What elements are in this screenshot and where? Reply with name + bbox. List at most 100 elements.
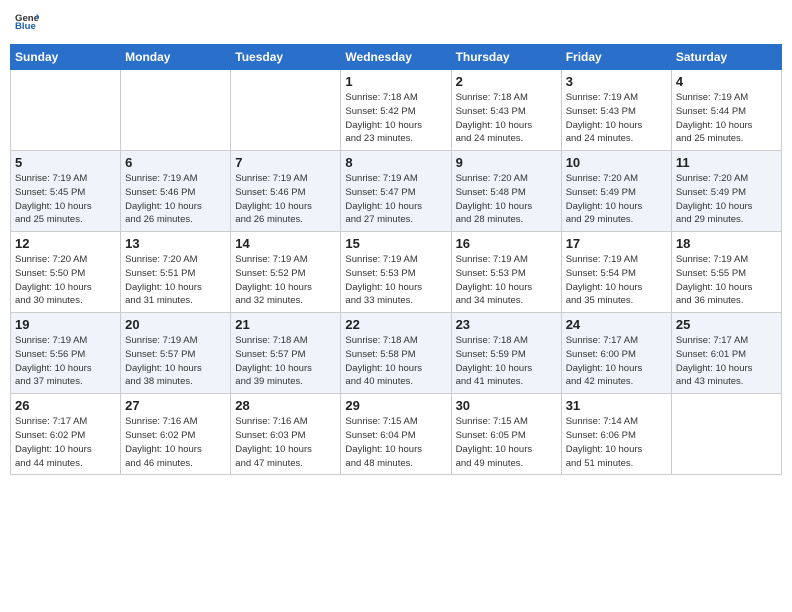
- calendar-cell: 27Sunrise: 7:16 AM Sunset: 6:02 PM Dayli…: [121, 394, 231, 475]
- calendar-cell: 6 Sunrise: 7:19 AM Sunset: 5:46 PM Daylig…: [121, 151, 231, 232]
- calendar-cell: [121, 70, 231, 151]
- calendar-cell: 16Sunrise: 7:19 AM Sunset: 5:53 PM Dayli…: [451, 232, 561, 313]
- calendar-cell: 11 Sunrise: 7:20 AM Sunset: 5:49 PM Dayli…: [671, 151, 781, 232]
- day-number: 26: [15, 398, 116, 413]
- day-info: Sunrise: 7:17 AM Sunset: 6:02 PM Dayligh…: [15, 415, 116, 470]
- day-info: Sunrise: 7:19 AM Sunset: 5:47 PM Dayligh…: [345, 172, 446, 227]
- day-info: Sunrise: 7:18 AM Sunset: 5:58 PM Dayligh…: [345, 334, 446, 389]
- calendar-cell: 20 Sunrise: 7:19 AM Sunset: 5:57 PM Dayli…: [121, 313, 231, 394]
- day-number: 9: [456, 155, 557, 170]
- day-number: 2: [456, 74, 557, 89]
- day-number: 1: [345, 74, 446, 89]
- calendar-cell: 23 Sunrise: 7:18 AM Sunset: 5:59 PM Dayli…: [451, 313, 561, 394]
- day-info: Sunrise: 7:19 AM Sunset: 5:54 PM Dayligh…: [566, 253, 667, 308]
- day-number: 7: [235, 155, 336, 170]
- calendar-cell: 31 Sunrise: 7:14 AM Sunset: 6:06 PM Dayli…: [561, 394, 671, 475]
- day-number: 31: [566, 398, 667, 413]
- day-header-tuesday: Tuesday: [231, 45, 341, 70]
- day-info: Sunrise: 7:15 AM Sunset: 6:04 PM Dayligh…: [345, 415, 446, 470]
- day-number: 23: [456, 317, 557, 332]
- days-header-row: SundayMondayTuesdayWednesdayThursdayFrid…: [11, 45, 782, 70]
- calendar-cell: 2 Sunrise: 7:18 AM Sunset: 5:43 PM Daylig…: [451, 70, 561, 151]
- day-header-sunday: Sunday: [11, 45, 121, 70]
- day-info: Sunrise: 7:15 AM Sunset: 6:05 PM Dayligh…: [456, 415, 557, 470]
- day-info: Sunrise: 7:19 AM Sunset: 5:46 PM Dayligh…: [125, 172, 226, 227]
- logo-icon: General Blue: [15, 10, 39, 34]
- calendar-cell: 19 Sunrise: 7:19 AM Sunset: 5:56 PM Dayli…: [11, 313, 121, 394]
- calendar-cell: 12 Sunrise: 7:20 AM Sunset: 5:50 PM Dayli…: [11, 232, 121, 313]
- day-header-thursday: Thursday: [451, 45, 561, 70]
- week-row-4: 19 Sunrise: 7:19 AM Sunset: 5:56 PM Dayli…: [11, 313, 782, 394]
- day-header-saturday: Saturday: [671, 45, 781, 70]
- day-info: Sunrise: 7:18 AM Sunset: 5:57 PM Dayligh…: [235, 334, 336, 389]
- day-number: 19: [15, 317, 116, 332]
- day-number: 14: [235, 236, 336, 251]
- day-number: 22: [345, 317, 446, 332]
- calendar-cell: 4Sunrise: 7:19 AM Sunset: 5:44 PM Daylig…: [671, 70, 781, 151]
- day-header-monday: Monday: [121, 45, 231, 70]
- calendar-cell: 14 Sunrise: 7:19 AM Sunset: 5:52 PM Dayli…: [231, 232, 341, 313]
- calendar-cell: 8 Sunrise: 7:19 AM Sunset: 5:47 PM Daylig…: [341, 151, 451, 232]
- day-info: Sunrise: 7:19 AM Sunset: 5:55 PM Dayligh…: [676, 253, 777, 308]
- day-info: Sunrise: 7:17 AM Sunset: 6:01 PM Dayligh…: [676, 334, 777, 389]
- day-info: Sunrise: 7:16 AM Sunset: 6:03 PM Dayligh…: [235, 415, 336, 470]
- calendar-cell: [671, 394, 781, 475]
- calendar-cell: 25 Sunrise: 7:17 AM Sunset: 6:01 PM Dayli…: [671, 313, 781, 394]
- week-row-5: 26 Sunrise: 7:17 AM Sunset: 6:02 PM Dayli…: [11, 394, 782, 475]
- day-number: 15: [345, 236, 446, 251]
- day-info: Sunrise: 7:14 AM Sunset: 6:06 PM Dayligh…: [566, 415, 667, 470]
- day-number: 11: [676, 155, 777, 170]
- calendar-cell: 15Sunrise: 7:19 AM Sunset: 5:53 PM Dayli…: [341, 232, 451, 313]
- day-number: 18: [676, 236, 777, 251]
- day-header-friday: Friday: [561, 45, 671, 70]
- day-number: 20: [125, 317, 226, 332]
- day-info: Sunrise: 7:20 AM Sunset: 5:48 PM Dayligh…: [456, 172, 557, 227]
- day-info: Sunrise: 7:19 AM Sunset: 5:43 PM Dayligh…: [566, 91, 667, 146]
- day-number: 25: [676, 317, 777, 332]
- day-info: Sunrise: 7:18 AM Sunset: 5:43 PM Dayligh…: [456, 91, 557, 146]
- day-header-wednesday: Wednesday: [341, 45, 451, 70]
- calendar-cell: 7 Sunrise: 7:19 AM Sunset: 5:46 PM Daylig…: [231, 151, 341, 232]
- calendar-cell: 10Sunrise: 7:20 AM Sunset: 5:49 PM Dayli…: [561, 151, 671, 232]
- header: General Blue: [10, 10, 782, 34]
- day-info: Sunrise: 7:20 AM Sunset: 5:51 PM Dayligh…: [125, 253, 226, 308]
- week-row-1: 1Sunrise: 7:18 AM Sunset: 5:42 PM Daylig…: [11, 70, 782, 151]
- day-info: Sunrise: 7:19 AM Sunset: 5:46 PM Dayligh…: [235, 172, 336, 227]
- calendar-cell: 29Sunrise: 7:15 AM Sunset: 6:04 PM Dayli…: [341, 394, 451, 475]
- calendar-cell: 1Sunrise: 7:18 AM Sunset: 5:42 PM Daylig…: [341, 70, 451, 151]
- day-info: Sunrise: 7:18 AM Sunset: 5:59 PM Dayligh…: [456, 334, 557, 389]
- week-row-2: 5 Sunrise: 7:19 AM Sunset: 5:45 PM Daylig…: [11, 151, 782, 232]
- day-info: Sunrise: 7:17 AM Sunset: 6:00 PM Dayligh…: [566, 334, 667, 389]
- calendar-cell: 22 Sunrise: 7:18 AM Sunset: 5:58 PM Dayli…: [341, 313, 451, 394]
- week-row-3: 12 Sunrise: 7:20 AM Sunset: 5:50 PM Dayli…: [11, 232, 782, 313]
- day-number: 30: [456, 398, 557, 413]
- calendar-table: SundayMondayTuesdayWednesdayThursdayFrid…: [10, 44, 782, 475]
- calendar-cell: 17 Sunrise: 7:19 AM Sunset: 5:54 PM Dayli…: [561, 232, 671, 313]
- day-number: 28: [235, 398, 336, 413]
- day-info: Sunrise: 7:19 AM Sunset: 5:57 PM Dayligh…: [125, 334, 226, 389]
- day-info: Sunrise: 7:19 AM Sunset: 5:52 PM Dayligh…: [235, 253, 336, 308]
- day-number: 13: [125, 236, 226, 251]
- calendar-cell: 28 Sunrise: 7:16 AM Sunset: 6:03 PM Dayli…: [231, 394, 341, 475]
- day-number: 24: [566, 317, 667, 332]
- day-number: 10: [566, 155, 667, 170]
- day-number: 12: [15, 236, 116, 251]
- calendar-cell: 13 Sunrise: 7:20 AM Sunset: 5:51 PM Dayli…: [121, 232, 231, 313]
- calendar-cell: 21 Sunrise: 7:18 AM Sunset: 5:57 PM Dayli…: [231, 313, 341, 394]
- day-info: Sunrise: 7:16 AM Sunset: 6:02 PM Dayligh…: [125, 415, 226, 470]
- day-number: 8: [345, 155, 446, 170]
- calendar-cell: 5 Sunrise: 7:19 AM Sunset: 5:45 PM Daylig…: [11, 151, 121, 232]
- day-info: Sunrise: 7:19 AM Sunset: 5:53 PM Dayligh…: [456, 253, 557, 308]
- day-info: Sunrise: 7:19 AM Sunset: 5:45 PM Dayligh…: [15, 172, 116, 227]
- day-number: 17: [566, 236, 667, 251]
- day-number: 5: [15, 155, 116, 170]
- day-number: 6: [125, 155, 226, 170]
- day-info: Sunrise: 7:19 AM Sunset: 5:44 PM Dayligh…: [676, 91, 777, 146]
- calendar-cell: 24 Sunrise: 7:17 AM Sunset: 6:00 PM Dayli…: [561, 313, 671, 394]
- svg-text:Blue: Blue: [15, 21, 36, 32]
- day-number: 21: [235, 317, 336, 332]
- day-number: 3: [566, 74, 667, 89]
- day-info: Sunrise: 7:20 AM Sunset: 5:50 PM Dayligh…: [15, 253, 116, 308]
- day-info: Sunrise: 7:20 AM Sunset: 5:49 PM Dayligh…: [676, 172, 777, 227]
- day-info: Sunrise: 7:19 AM Sunset: 5:56 PM Dayligh…: [15, 334, 116, 389]
